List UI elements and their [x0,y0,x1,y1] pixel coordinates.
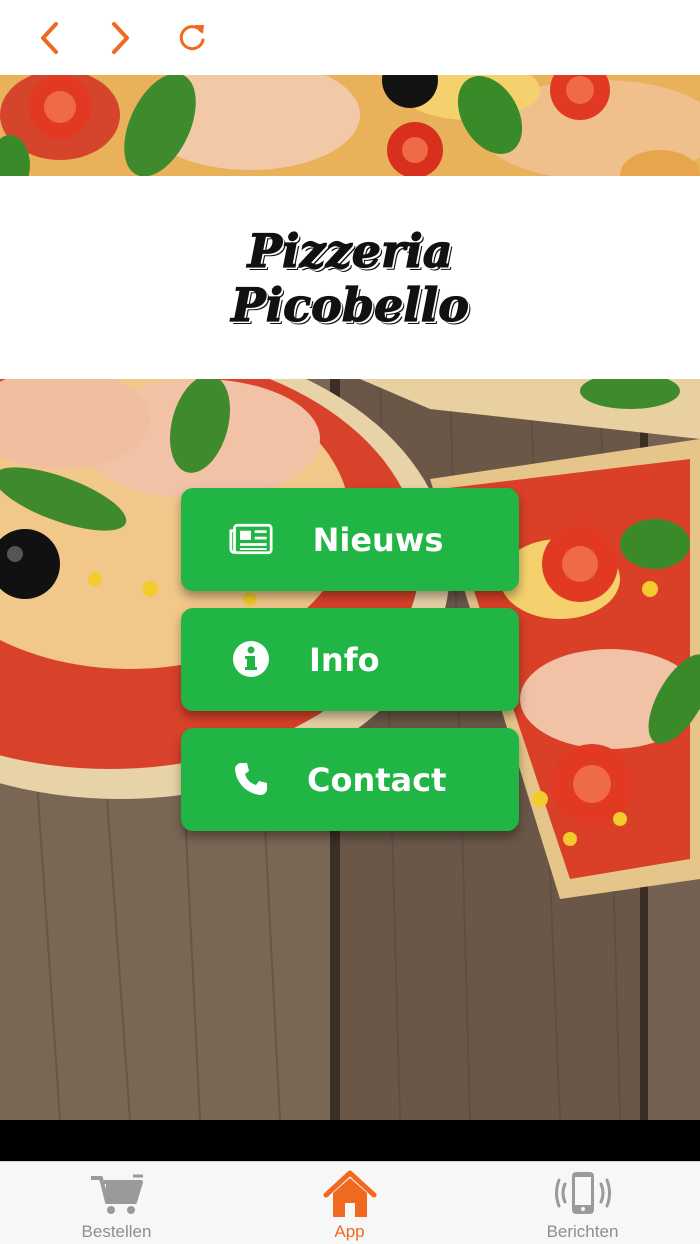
tab-bestellen[interactable]: Bestellen [0,1162,233,1244]
tab-berichten-label: Berichten [546,1222,619,1241]
tab-bestellen-label: Bestellen [81,1222,152,1241]
contact-button-label: Contact [307,760,447,799]
browser-nav-bar [0,0,700,75]
info-button[interactable]: Info [181,608,519,711]
logo-area: Pizzeria Picobello [0,176,700,379]
tab-app-label: App [334,1222,365,1241]
contact-button[interactable]: Contact [181,728,519,831]
tab-bar: Bestellen App Berichten [0,1161,700,1244]
tab-berichten[interactable]: Berichten [466,1162,699,1244]
forward-button[interactable] [100,18,140,58]
reload-button[interactable] [172,18,212,58]
header-pizza-image [0,75,700,176]
tab-app[interactable]: App [233,1162,466,1244]
home-icon [322,1170,378,1218]
chevron-left-icon [41,22,58,54]
cart-icon [89,1170,145,1218]
news-button-label: Nieuws [312,520,444,559]
news-button[interactable]: Nieuws [181,488,519,591]
phone-vibrate-icon [554,1170,611,1218]
info-button-label: Info [309,640,380,679]
reload-icon [179,25,205,51]
logo-line-1: Pizzeria [247,223,453,278]
back-button[interactable] [30,18,70,58]
chevron-right-icon [112,22,129,54]
bottom-black-band [0,1120,700,1161]
logo-line-2: Picobello [230,277,469,332]
